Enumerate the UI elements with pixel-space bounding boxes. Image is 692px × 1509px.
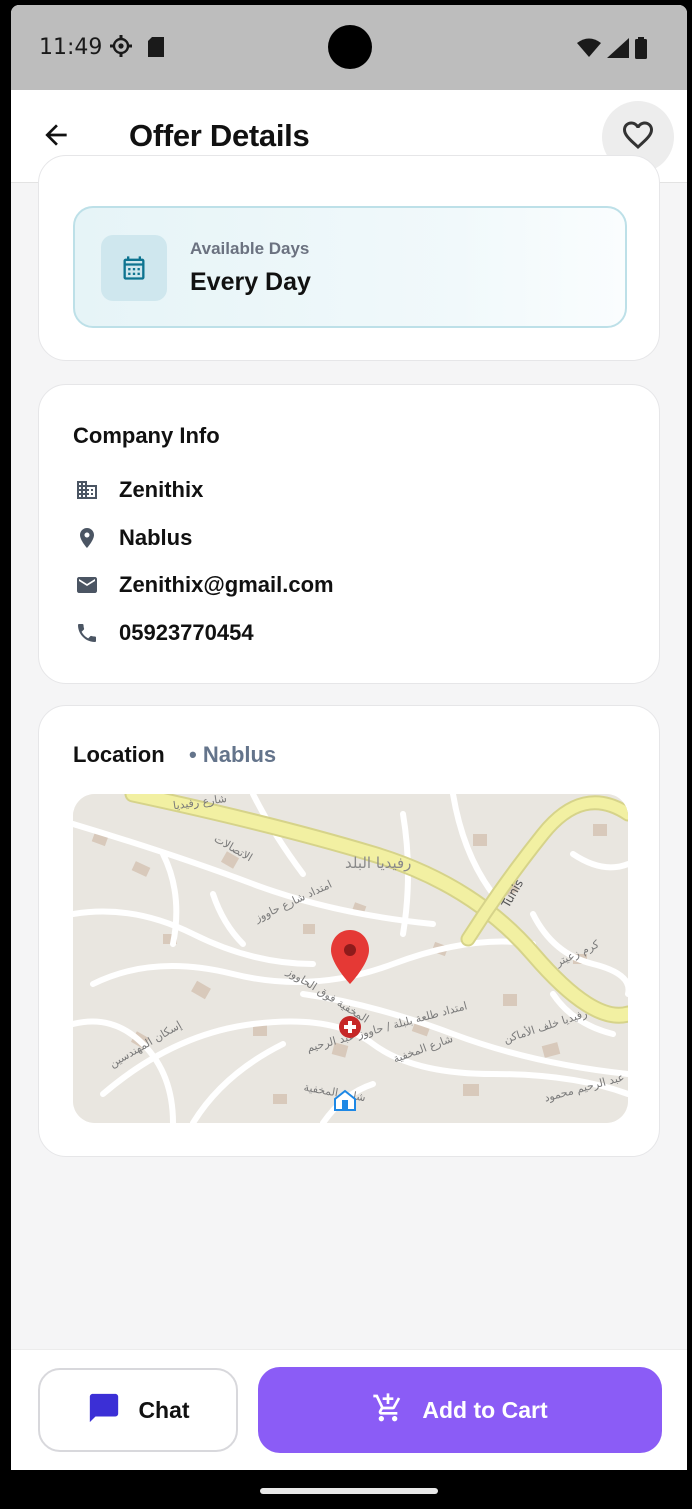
chat-label: Chat [138,1396,190,1423]
add-to-cart-button[interactable]: Add to Cart [258,1367,662,1453]
company-city: Nablus [119,525,193,550]
company-city-row: Nablus [73,523,192,553]
available-days-value: Every Day [190,268,311,296]
availability-card: Available Days Every Day [38,155,660,361]
app-screen: 11:49 Offer Details Available Days Every… [11,5,687,1509]
sd-card-icon [148,37,166,62]
company-name-row: Zenithix [73,475,203,505]
map-label-district: رفيديا البلد [345,854,411,872]
bottom-action-bar: Chat Add to Cart [11,1349,687,1470]
hospital-marker [339,1016,361,1038]
signal-icon [607,38,629,63]
calendar-icon [101,235,167,301]
company-email[interactable]: Zenithix@gmail.com [119,572,334,598]
company-info-title: Company Info [73,423,220,448]
arrow-left-icon [40,119,72,156]
available-days-label: Available Days [190,239,310,258]
company-phone-row[interactable]: 05923770454 [73,618,254,648]
add-to-cart-label: Add to Cart [422,1396,548,1423]
back-button[interactable] [33,114,79,160]
phone-icon [73,619,101,647]
location-pin-icon [73,524,101,552]
building-icon [73,476,101,504]
company-phone[interactable]: 05923770454 [119,620,254,646]
mail-icon [73,571,101,599]
company-info-card: Company Info Zenithix Nablus Zenithix@gm… [38,384,660,684]
heart-outline-icon [620,117,656,158]
company-name: Zenithix [119,477,204,502]
battery-icon [635,37,647,64]
page-title: Offer Details [129,118,310,153]
location-map[interactable]: شارع رفيديا رفيديا البلد Tunis الاتصالات… [73,794,628,1123]
status-time: 11:49 [39,35,103,60]
company-email-row[interactable]: Zenithix@gmail.com [73,570,334,600]
status-bar: 11:49 [11,5,687,90]
map-canvas: شارع رفيديا رفيديا البلد Tunis الاتصالات… [73,794,628,1123]
location-city: • Nablus [189,742,277,767]
wifi-icon [577,38,601,63]
location-card: Location • Nablus شارع رفيديا رفيديا الب… [38,705,660,1157]
settings-icon [109,34,133,63]
chat-bubble-icon [86,1391,122,1430]
available-days-box: Available Days Every Day [73,206,627,328]
chat-button[interactable]: Chat [38,1368,238,1452]
add-shopping-cart-icon [372,1392,404,1429]
location-title: Location [73,742,165,767]
camera-cutout [328,25,372,69]
system-nav-bar [11,1470,687,1509]
status-icons [577,37,647,64]
home-indicator[interactable] [260,1488,438,1494]
